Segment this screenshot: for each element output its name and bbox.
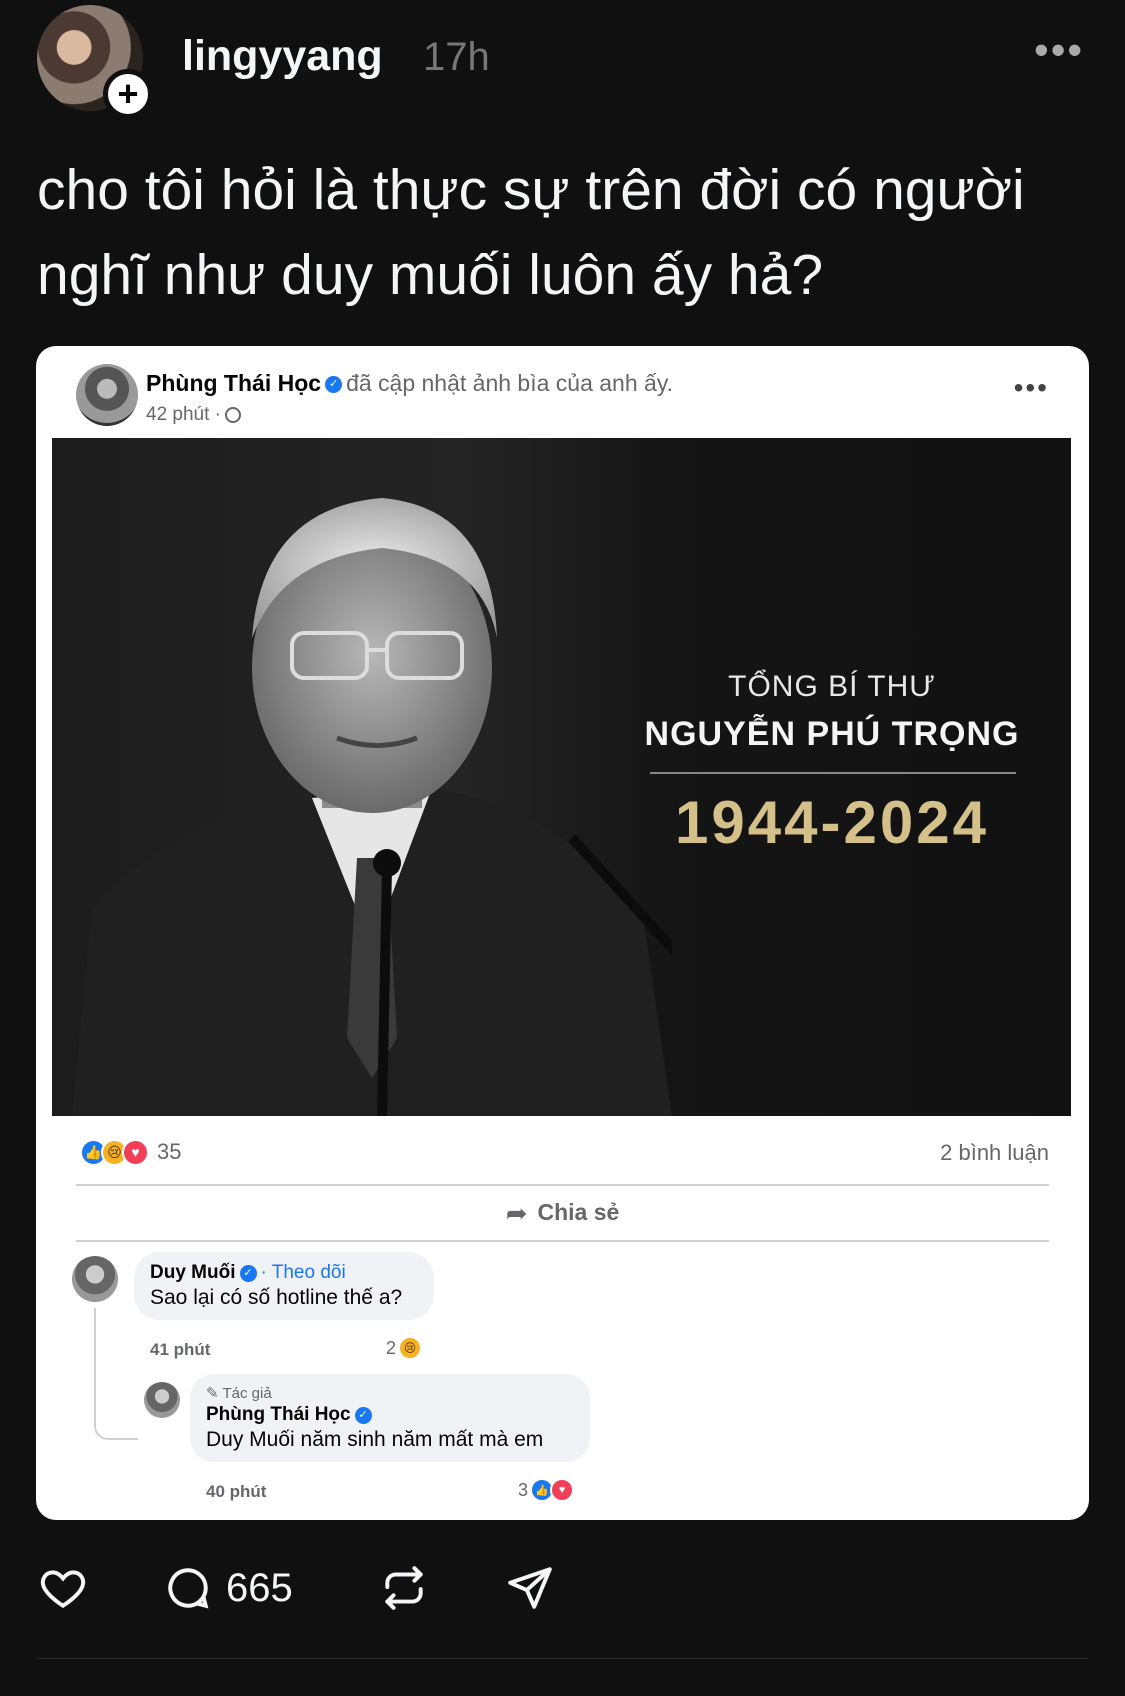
comment-button[interactable]: 665 — [162, 1563, 293, 1613]
portrait-illustration — [72, 498, 672, 1116]
cover-years: 1944-2024 — [675, 789, 989, 856]
sad-reaction-icon: 😢 — [398, 1336, 423, 1360]
fb-share-label: Chia sẻ — [537, 1199, 620, 1225]
fb-author-name: Phùng Thái Học — [146, 370, 322, 396]
fb-comment-count: 2 bình luận — [940, 1140, 1049, 1165]
reply-thread-line — [94, 1308, 138, 1440]
username[interactable]: lingyyang — [182, 32, 383, 81]
fb-post-header: Phùng Thái Học ✓ đã cập nhật ảnh bìa của a… — [76, 364, 1049, 434]
share-button[interactable] — [504, 1563, 556, 1613]
fb-post-time-line: 42 phút · — [146, 404, 241, 426]
comment-time: 41 phút — [150, 1340, 211, 1359]
author-tag-label: Tác giả — [222, 1385, 272, 1402]
reply-text: Duy Muối năm sinh năm mất mà em — [206, 1428, 544, 1451]
love-reaction-icon: ♥ — [122, 1138, 149, 1166]
thread-post: + lingyyang 17h ••• cho tôi hỏi là thực … — [0, 0, 1125, 1696]
follow-plus-icon[interactable]: + — [103, 69, 153, 119]
comment-text: Sao lại có số hotline thế a? — [150, 1286, 403, 1309]
commenter-name: Duy Muối — [150, 1262, 236, 1283]
post-caption: cho tôi hỏi là thực sự trên đời có người… — [37, 158, 1025, 307]
reply-reactions: 3 👍 ♥ — [518, 1478, 575, 1502]
profile-avatar[interactable]: + — [37, 5, 153, 119]
reply-bubble: ✎ Tác giả Phùng Thái Học ✓ Duy Muối năm s… — [190, 1374, 590, 1462]
comment-count: 665 — [226, 1565, 293, 1610]
send-icon — [508, 1567, 552, 1609]
verified-badge-icon: ✓ — [325, 376, 343, 394]
post-time: 17h — [423, 35, 490, 79]
reaction-count: 35 — [157, 1139, 182, 1164]
repost-icon — [385, 1566, 423, 1610]
divider — [76, 1184, 1049, 1186]
divider — [76, 1240, 1049, 1242]
more-horizontal-icon[interactable]: ••• — [1034, 29, 1084, 71]
fb-share-button: ➦ Chia sẻ — [36, 1198, 1089, 1229]
reply-reaction-count: 3 — [518, 1479, 529, 1500]
post-divider — [37, 1658, 1088, 1659]
verified-badge-icon: ✓ — [354, 1407, 372, 1425]
fb-more-icon: ••• — [1013, 372, 1049, 403]
love-reaction-icon: ♥ — [550, 1478, 575, 1502]
reply-author-name: Phùng Thái Học — [206, 1404, 351, 1425]
heart-icon — [40, 1570, 86, 1609]
comment-reaction-count: 2 — [386, 1337, 397, 1358]
like-button[interactable] — [37, 1563, 89, 1613]
fb-action-text: đã cập nhật ảnh bìa của anh ấy. — [346, 370, 674, 396]
comment-icon — [168, 1568, 209, 1609]
reply-time: 40 phút — [206, 1482, 267, 1501]
follow-link: · Theo dõi — [260, 1262, 346, 1283]
author-tag: ✎ Tác giả — [206, 1385, 272, 1402]
globe-icon — [225, 406, 241, 423]
reaction-summary: 👍 😢 ♥ 35 — [80, 1136, 181, 1168]
cover-photo: TỔNG BÍ THƯ NGUYỄN PHÚ TRỌNG 1944-2024 — [52, 438, 1071, 1116]
share-arrow-icon: ➦ — [505, 1198, 528, 1228]
verified-badge-icon: ✓ — [239, 1265, 257, 1283]
cover-name: NGUYỄN PHÚ TRỌNG — [644, 715, 1020, 753]
comment-bubble: Duy Muối ✓ · Theo dõi Sao lại có số hotlin… — [134, 1252, 434, 1320]
cover-title: TỔNG BÍ THƯ — [728, 670, 936, 703]
repost-button[interactable] — [378, 1563, 430, 1613]
fb-author-line: Phùng Thái Học ✓ đã cập nhật ảnh bìa của a… — [146, 370, 673, 397]
attached-screenshot[interactable]: Phùng Thái Học ✓ đã cập nhật ảnh bìa của a… — [36, 346, 1089, 1520]
reply-author-avatar — [144, 1382, 180, 1418]
fb-author-avatar — [76, 364, 138, 426]
fb-post-time: 42 phút · — [146, 404, 221, 425]
cover-divider — [650, 772, 1016, 774]
comment-reactions: 2 😢 — [386, 1336, 423, 1360]
commenter-avatar — [72, 1256, 118, 1302]
